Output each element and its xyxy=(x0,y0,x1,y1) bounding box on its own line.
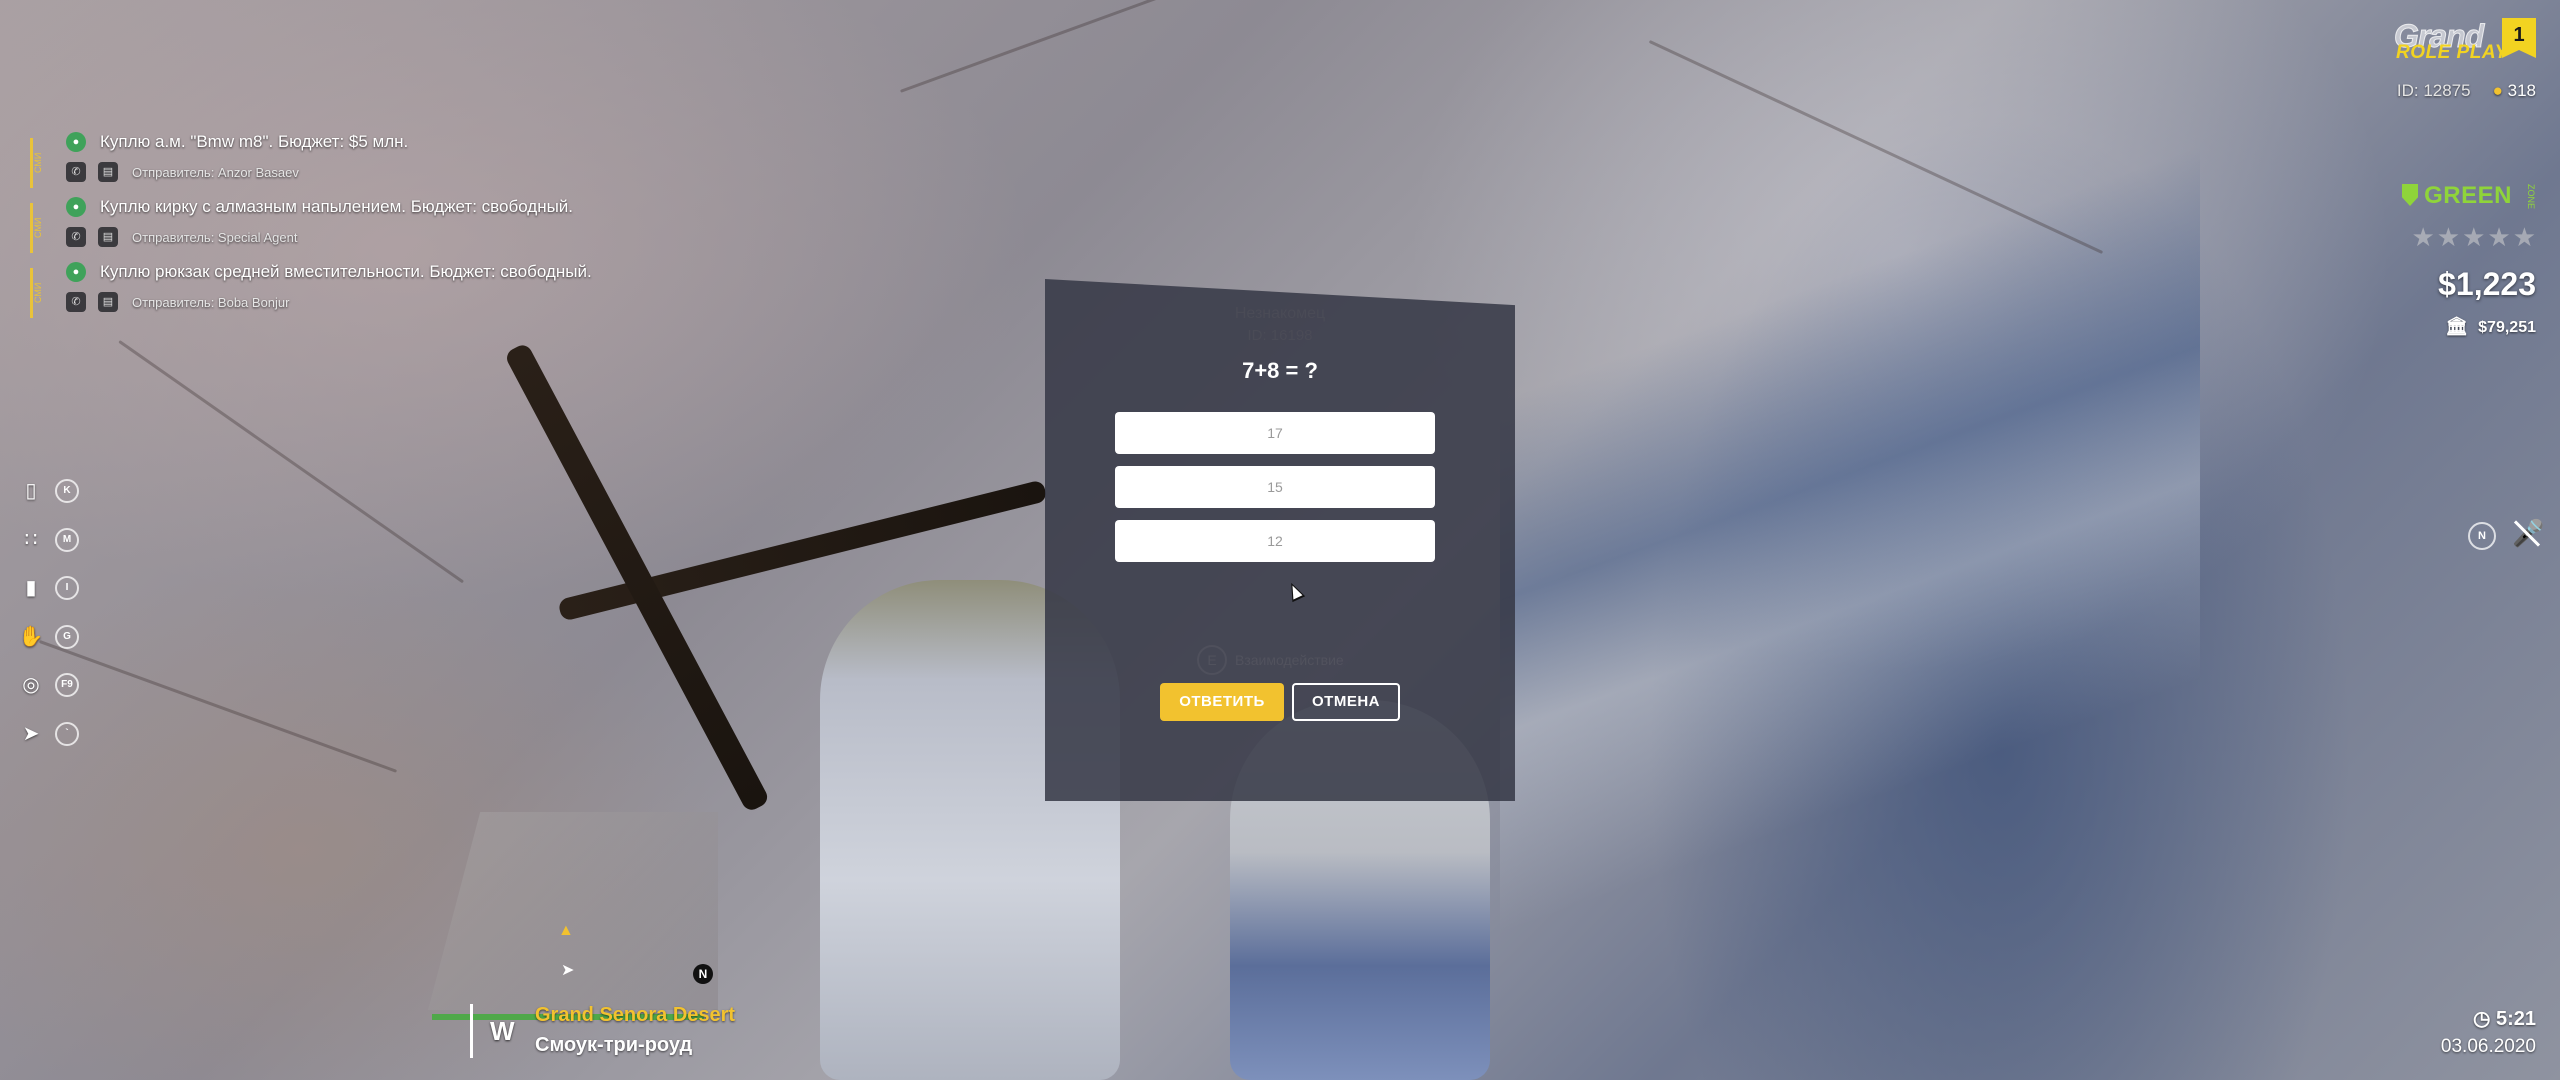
zone-name: Grand Senora Desert xyxy=(535,1004,736,1026)
bank-amount: $79,251 xyxy=(2478,319,2536,336)
hotkey-bar: ▯ K ∷ M ▮ I ✋ G ◎ F9 ➤ ` xyxy=(18,478,88,769)
answer-option[interactable]: 12 xyxy=(1115,520,1435,562)
zone-status-label: GREEN xyxy=(2424,182,2512,209)
animation-icon: ✋ xyxy=(18,625,44,648)
message-icon[interactable]: ▤ xyxy=(98,162,118,182)
phone-icon: ▯ xyxy=(25,480,37,502)
backpack-icon: ▮ xyxy=(25,577,37,599)
cash-amount: $1,223 xyxy=(2438,266,2536,302)
wanted-star-icon: ★ xyxy=(2512,222,2538,252)
player-id: ID: 12875 xyxy=(2396,81,2471,100)
ad-source-tag: СМИ xyxy=(30,203,47,253)
ad-item: СМИ ● Куплю кирку с алмазным напылением.… xyxy=(30,193,830,257)
ghost-hint-text: Взаимодействие xyxy=(1235,652,1344,668)
ad-source-tag: СМИ xyxy=(30,138,47,188)
hotkey-cursor[interactable]: ➤ ` xyxy=(18,721,88,770)
hotkey-hide-hud[interactable]: ◎ F9 xyxy=(18,672,88,721)
phone-icon[interactable]: ✆ xyxy=(66,292,86,312)
compass-divider xyxy=(470,1004,473,1058)
hotkey-key: G xyxy=(55,624,79,649)
ad-text: Куплю кирку с алмазным напылением. Бюдже… xyxy=(100,197,574,216)
ghost-interaction-hint: E Взаимодействие xyxy=(1197,645,1344,675)
phone-icon[interactable]: ✆ xyxy=(66,162,86,182)
street-name: Смоук-три-роуд xyxy=(535,1034,693,1056)
wanted-star-icon: ★ xyxy=(2411,222,2437,252)
cancel-button[interactable]: ОТМЕНА xyxy=(1292,683,1400,721)
hotkey-animations[interactable]: ✋ G xyxy=(18,624,88,673)
hotkey-key: I xyxy=(55,576,79,600)
hide-hud-icon: ◎ xyxy=(22,674,40,696)
shield-icon xyxy=(2402,184,2418,206)
ad-sender: Отправитель: Special Agent xyxy=(132,230,298,245)
ad-source-tag: СМИ xyxy=(30,268,47,318)
voice-key: N xyxy=(2468,522,2496,550)
bank-balance: 🏛 $79,251 xyxy=(2445,316,2536,337)
ghost-name: Незнакомец xyxy=(1234,305,1326,322)
captcha-question: 7+8 = ? xyxy=(1242,358,1318,383)
message-icon[interactable]: ▤ xyxy=(98,292,118,312)
wanted-star-icon: ★ xyxy=(2462,222,2488,252)
answer-option[interactable]: 15 xyxy=(1115,466,1435,508)
hotkey-key: F9 xyxy=(55,673,79,697)
player-arrow-icon: ➤ xyxy=(561,962,575,979)
hotkey-key: K xyxy=(55,479,79,503)
compass-direction: W xyxy=(490,1016,515,1046)
ghost-id: ID: 16198 xyxy=(1247,327,1313,344)
clock-icon: ◷ xyxy=(2472,1008,2491,1030)
user-icon: ● xyxy=(2492,81,2503,100)
mine-marker-icon: ▲ xyxy=(558,922,574,939)
wanted-star-icon: ★ xyxy=(2487,222,2513,252)
player-id-line: ID: 12875 ● 318 xyxy=(2397,81,2536,101)
hotkey-phone[interactable]: ▯ K xyxy=(18,478,88,527)
hotkey-key: M xyxy=(55,527,79,552)
lock-icon: ● xyxy=(66,197,86,217)
bank-icon: 🏛 xyxy=(2445,316,2469,336)
ad-sender: Отправитель: Boba Bonjur xyxy=(132,295,290,310)
lock-icon: ● xyxy=(66,262,86,282)
ad-sender: Отправитель: Anzor Basaev xyxy=(132,165,299,180)
rock-crack xyxy=(900,0,1240,93)
wanted-stars: ★★★★★ xyxy=(2411,222,2538,253)
submit-answer-button[interactable]: ОТВЕТИТЬ xyxy=(1160,683,1284,721)
hotkey-key: ` xyxy=(55,721,79,746)
north-indicator: N xyxy=(693,964,713,984)
menu-grid-icon: ∷ xyxy=(24,528,38,551)
phone-icon[interactable]: ✆ xyxy=(66,227,86,247)
ad-text: Куплю а.м. "Bmw m8". Бюджет: $5 млн. xyxy=(100,132,409,151)
e-key-icon: E xyxy=(1197,645,1227,675)
rock-crack xyxy=(38,640,398,773)
wanted-star-icon: ★ xyxy=(2436,222,2463,252)
ads-feed: СМИ ● Куплю а.м. "Bmw m8". Бюджет: $5 мл… xyxy=(30,128,830,323)
minimap-road xyxy=(428,812,460,1010)
hotkey-inventory[interactable]: ▮ I xyxy=(18,575,88,624)
mic-muted-icon: 🎤 xyxy=(2512,518,2545,548)
lock-icon: ● xyxy=(66,132,86,152)
ad-item: СМИ ● Куплю а.м. "Bmw m8". Бюджет: $5 мл… xyxy=(30,128,830,192)
ad-item: СМИ ● Куплю рюкзак средней вместительнос… xyxy=(30,258,830,322)
answer-option[interactable]: 17 xyxy=(1115,412,1435,454)
online-count: 318 xyxy=(2507,81,2536,100)
rock-crack xyxy=(118,340,465,584)
message-icon[interactable]: ▤ xyxy=(98,227,118,247)
ad-text: Куплю рюкзак средней вместительности. Бю… xyxy=(100,262,592,281)
hotkey-menu[interactable]: ∷ M xyxy=(18,527,88,576)
minimap xyxy=(428,812,718,1010)
logo-roleplay-text: ROLE PLAY xyxy=(2396,42,2508,63)
date: 03.06.2020 xyxy=(2440,1036,2536,1057)
zone-status-sub: ZONE xyxy=(2526,184,2536,210)
ice-slope xyxy=(1500,0,2200,1080)
clock-time: 5:21 xyxy=(2495,1008,2536,1030)
cursor-icon: ➤ xyxy=(22,722,40,745)
captcha-dialog: Незнакомец ID: 16198 7+8 = ? 17 15 12 EВ… xyxy=(1045,279,1515,801)
clock: ◷ 5:21 xyxy=(2473,1006,2536,1031)
